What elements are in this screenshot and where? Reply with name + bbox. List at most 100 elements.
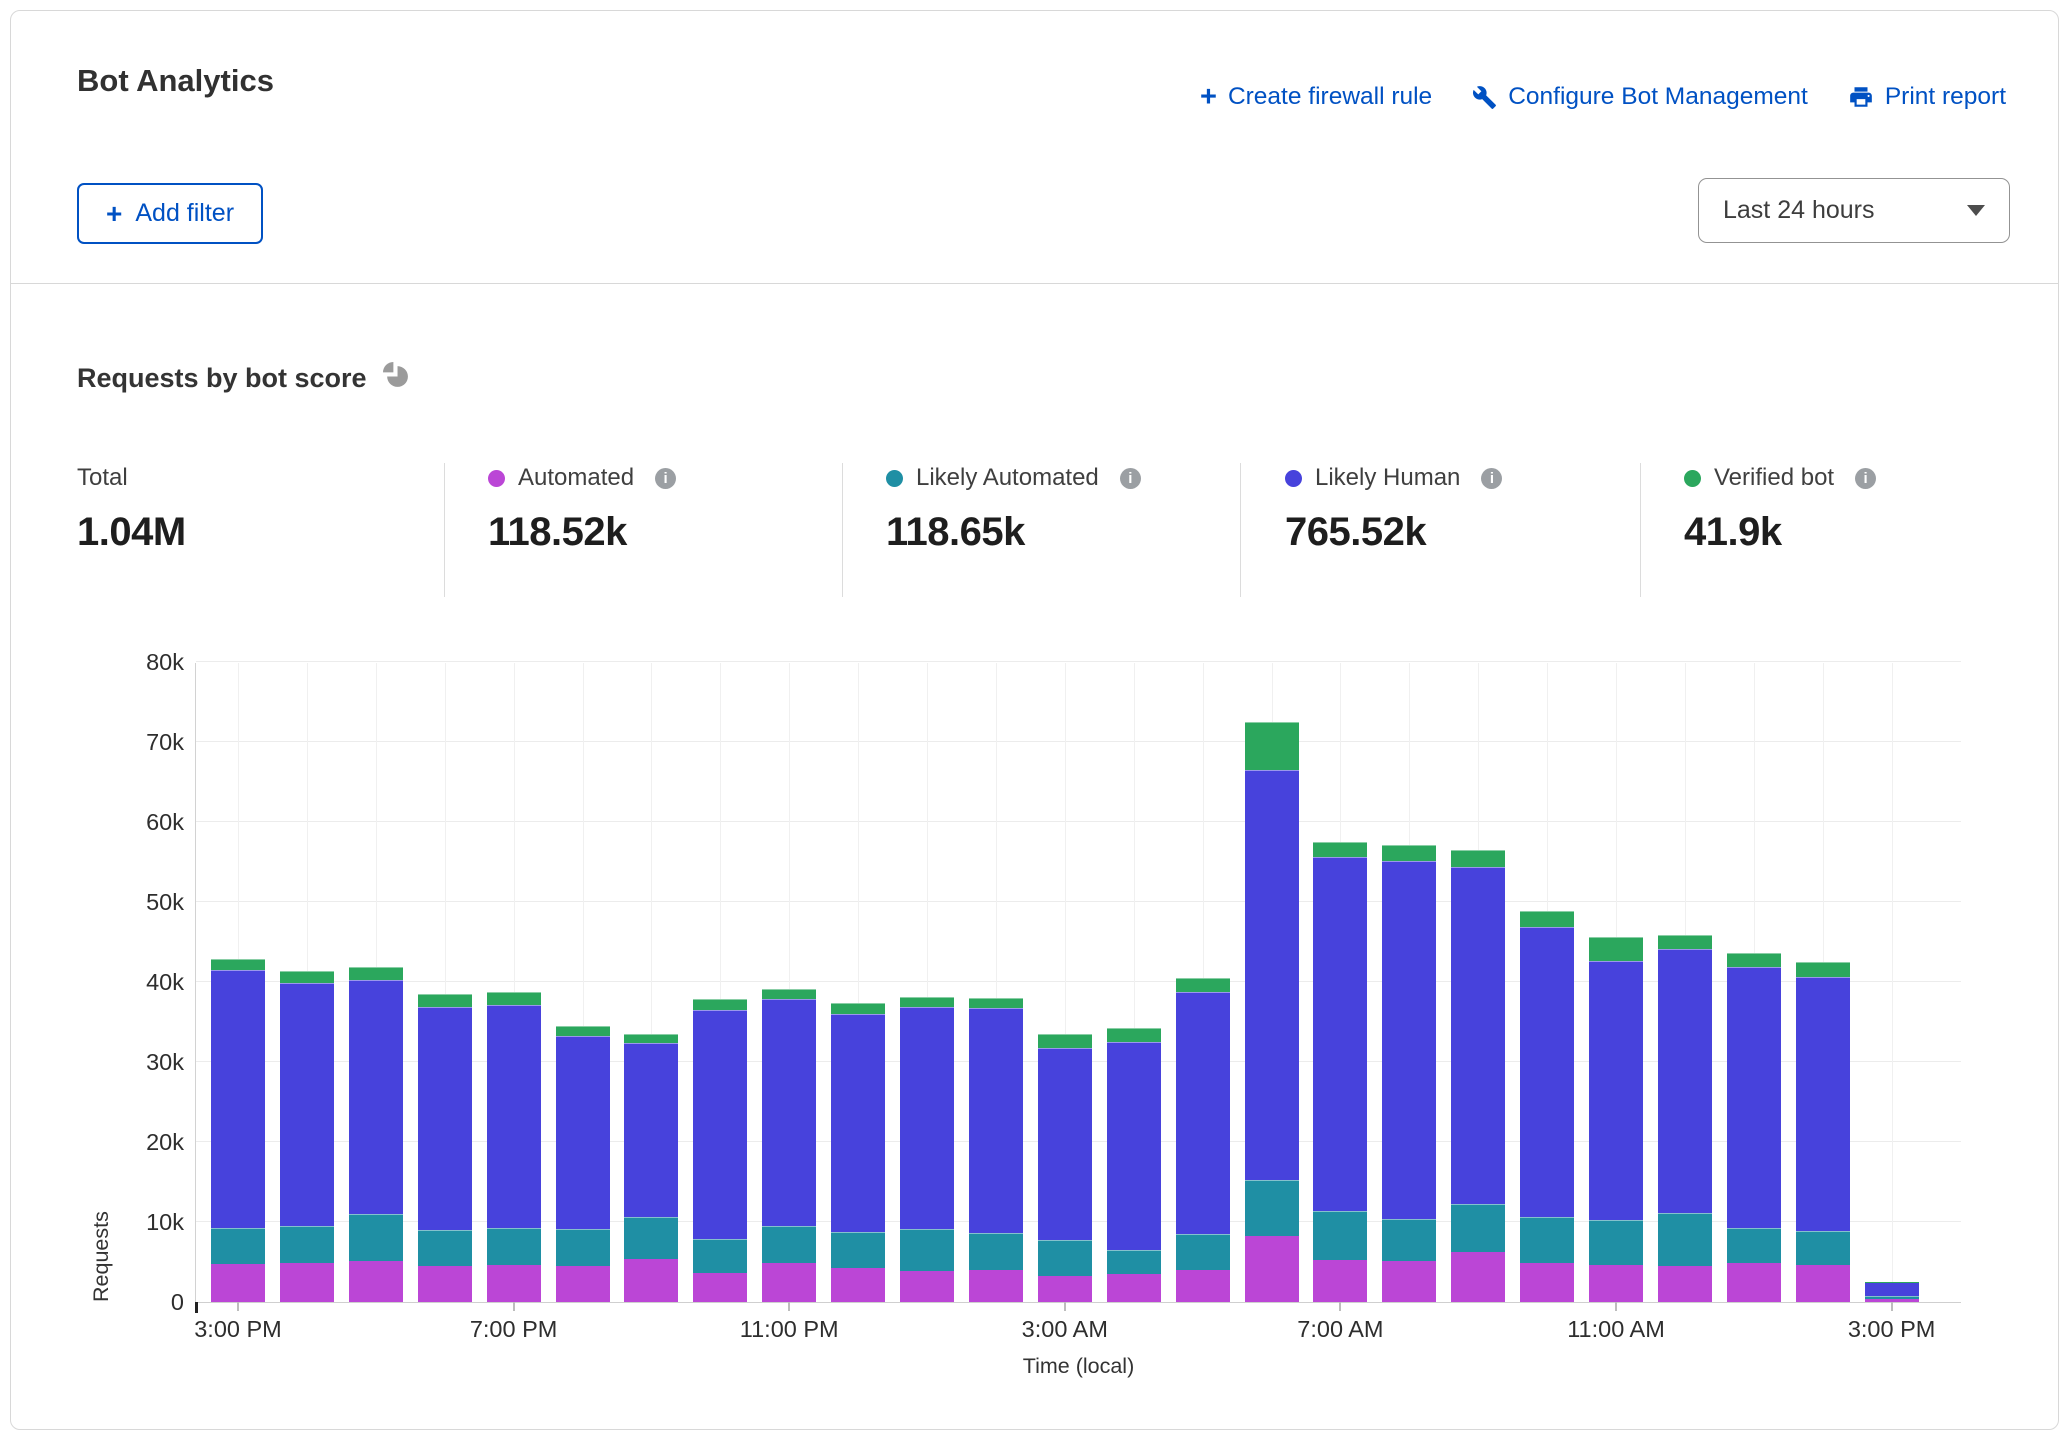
bar-segment-likely-human[interactable] xyxy=(418,1007,472,1230)
create-firewall-rule-link[interactable]: + Create firewall rule xyxy=(1200,83,1432,111)
bar-segment-likely-automated[interactable] xyxy=(1865,1296,1919,1299)
bar-segment-automated[interactable] xyxy=(969,1270,1023,1302)
bar-segment-verified-bot[interactable] xyxy=(1176,978,1230,992)
bar-segment-likely-human[interactable] xyxy=(349,980,403,1214)
bar-segment-verified-bot[interactable] xyxy=(1245,722,1299,770)
bar-segment-verified-bot[interactable] xyxy=(624,1034,678,1043)
bar-segment-automated[interactable] xyxy=(418,1266,472,1302)
bar-segment-likely-automated[interactable] xyxy=(1313,1211,1367,1260)
bar-segment-likely-automated[interactable] xyxy=(1658,1213,1712,1266)
bar-segment-verified-bot[interactable] xyxy=(762,989,816,999)
bar-segment-likely-automated[interactable] xyxy=(418,1230,472,1266)
bar-segment-automated[interactable] xyxy=(349,1261,403,1302)
bar-segment-automated[interactable] xyxy=(693,1273,747,1302)
bar-segment-likely-automated[interactable] xyxy=(1245,1180,1299,1236)
bar-segment-likely-human[interactable] xyxy=(1520,927,1574,1217)
bar-segment-likely-automated[interactable] xyxy=(1589,1220,1643,1266)
bar-segment-likely-automated[interactable] xyxy=(1176,1234,1230,1270)
bar-segment-likely-automated[interactable] xyxy=(1038,1240,1092,1275)
bar-segment-verified-bot[interactable] xyxy=(1107,1028,1161,1042)
bar-segment-likely-automated[interactable] xyxy=(1796,1231,1850,1265)
bar-segment-verified-bot[interactable] xyxy=(1658,935,1712,949)
bar-segment-automated[interactable] xyxy=(1107,1274,1161,1302)
bar-segment-likely-human[interactable] xyxy=(762,999,816,1226)
bar-segment-likely-automated[interactable] xyxy=(1451,1204,1505,1252)
bar-segment-verified-bot[interactable] xyxy=(1382,845,1436,861)
bar-segment-likely-human[interactable] xyxy=(1796,977,1850,1231)
configure-bot-management-link[interactable]: Configure Bot Management xyxy=(1472,83,1808,111)
bar-segment-verified-bot[interactable] xyxy=(1451,850,1505,867)
bar-segment-automated[interactable] xyxy=(1451,1252,1505,1302)
bar-segment-likely-automated[interactable] xyxy=(556,1229,610,1266)
bar-segment-likely-human[interactable] xyxy=(1313,857,1367,1211)
bar-segment-verified-bot[interactable] xyxy=(1589,937,1643,961)
bar-segment-likely-automated[interactable] xyxy=(624,1217,678,1259)
bar-segment-automated[interactable] xyxy=(1658,1266,1712,1302)
bar-segment-verified-bot[interactable] xyxy=(1727,953,1781,967)
bar-segment-likely-automated[interactable] xyxy=(280,1226,334,1263)
print-report-link[interactable]: Print report xyxy=(1848,83,2006,111)
bar-segment-likely-human[interactable] xyxy=(1038,1048,1092,1240)
bar-segment-likely-human[interactable] xyxy=(1451,867,1505,1204)
bar-segment-automated[interactable] xyxy=(280,1263,334,1302)
bar-segment-likely-human[interactable] xyxy=(1727,967,1781,1228)
bar-segment-verified-bot[interactable] xyxy=(556,1026,610,1036)
bar-segment-likely-human[interactable] xyxy=(624,1043,678,1217)
bar-segment-likely-human[interactable] xyxy=(831,1014,885,1232)
bar-segment-verified-bot[interactable] xyxy=(693,999,747,1010)
bar-segment-verified-bot[interactable] xyxy=(211,959,265,970)
bar-segment-likely-human[interactable] xyxy=(280,983,334,1226)
bar-segment-automated[interactable] xyxy=(624,1259,678,1302)
bar-segment-likely-automated[interactable] xyxy=(1520,1217,1574,1263)
bar-segment-likely-human[interactable] xyxy=(211,970,265,1228)
bar-segment-automated[interactable] xyxy=(1520,1263,1574,1302)
info-icon[interactable]: i xyxy=(655,468,676,489)
bar-segment-verified-bot[interactable] xyxy=(418,994,472,1007)
bar-segment-verified-bot[interactable] xyxy=(1796,962,1850,977)
bar-segment-likely-automated[interactable] xyxy=(693,1239,747,1273)
bar-segment-automated[interactable] xyxy=(900,1271,954,1302)
bar-segment-likely-human[interactable] xyxy=(969,1008,1023,1233)
info-icon[interactable]: i xyxy=(1855,468,1876,489)
bar-segment-likely-human[interactable] xyxy=(1245,770,1299,1180)
bar-segment-automated[interactable] xyxy=(1245,1236,1299,1302)
bar-segment-verified-bot[interactable] xyxy=(349,967,403,980)
bar-segment-verified-bot[interactable] xyxy=(831,1003,885,1014)
bar-segment-likely-human[interactable] xyxy=(1107,1042,1161,1250)
bar-segment-likely-automated[interactable] xyxy=(831,1232,885,1268)
bar-segment-verified-bot[interactable] xyxy=(1313,842,1367,857)
bar-segment-automated[interactable] xyxy=(762,1263,816,1302)
bar-segment-likely-automated[interactable] xyxy=(1107,1250,1161,1274)
bar-segment-likely-automated[interactable] xyxy=(762,1226,816,1263)
bar-segment-likely-automated[interactable] xyxy=(487,1228,541,1265)
bar-segment-verified-bot[interactable] xyxy=(969,998,1023,1008)
bar-segment-verified-bot[interactable] xyxy=(1520,911,1574,927)
bar-segment-likely-automated[interactable] xyxy=(1382,1219,1436,1261)
bar-segment-likely-automated[interactable] xyxy=(900,1229,954,1271)
bar-segment-likely-human[interactable] xyxy=(1865,1282,1919,1296)
bar-segment-likely-human[interactable] xyxy=(487,1005,541,1228)
bar-segment-automated[interactable] xyxy=(1796,1265,1850,1302)
bar-segment-likely-automated[interactable] xyxy=(1727,1228,1781,1263)
bar-segment-likely-human[interactable] xyxy=(900,1007,954,1229)
bar-segment-automated[interactable] xyxy=(1176,1270,1230,1302)
bar-segment-verified-bot[interactable] xyxy=(487,992,541,1005)
bar-segment-likely-automated[interactable] xyxy=(211,1228,265,1264)
info-icon[interactable]: i xyxy=(1481,468,1502,489)
bar-segment-automated[interactable] xyxy=(1589,1265,1643,1302)
add-filter-button[interactable]: + Add filter xyxy=(77,183,263,244)
bar-segment-likely-human[interactable] xyxy=(1658,949,1712,1213)
bar-segment-likely-human[interactable] xyxy=(556,1036,610,1229)
bar-segment-automated[interactable] xyxy=(1382,1261,1436,1302)
bar-segment-likely-human[interactable] xyxy=(693,1010,747,1239)
bar-segment-likely-automated[interactable] xyxy=(349,1214,403,1261)
bar-segment-automated[interactable] xyxy=(556,1266,610,1302)
bar-segment-likely-automated[interactable] xyxy=(969,1233,1023,1270)
bar-segment-likely-human[interactable] xyxy=(1176,992,1230,1234)
info-icon[interactable]: i xyxy=(1120,468,1141,489)
bar-segment-automated[interactable] xyxy=(831,1268,885,1302)
bar-segment-automated[interactable] xyxy=(1038,1276,1092,1302)
bar-segment-verified-bot[interactable] xyxy=(280,971,334,983)
bar-segment-verified-bot[interactable] xyxy=(900,997,954,1007)
bar-segment-likely-human[interactable] xyxy=(1589,961,1643,1219)
